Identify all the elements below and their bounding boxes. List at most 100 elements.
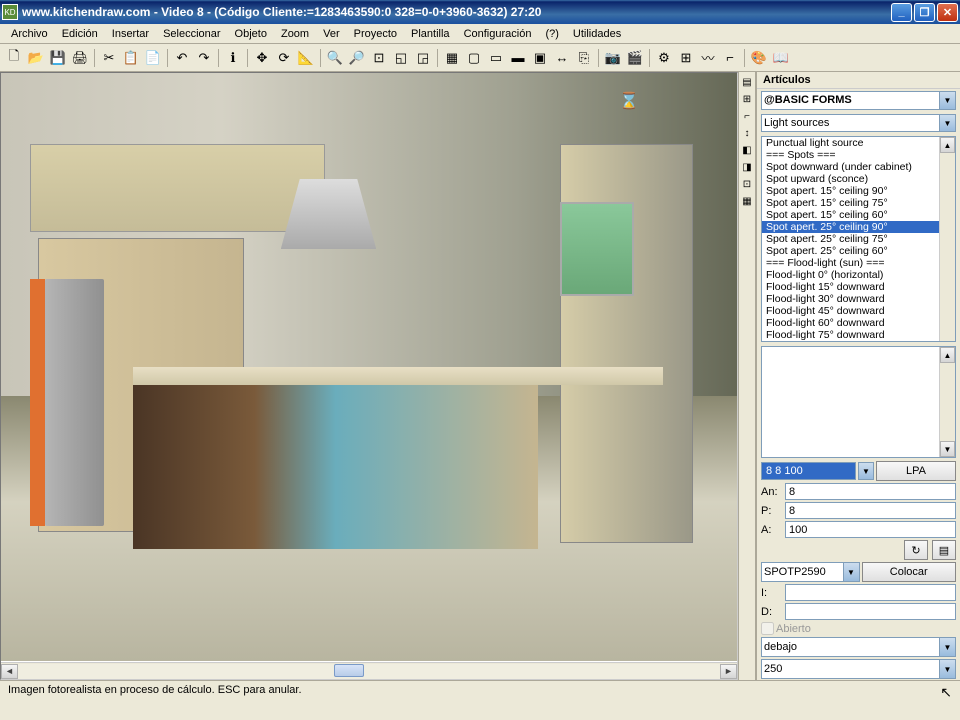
scroll-down-icon[interactable]: ▼ <box>940 441 955 457</box>
list-item[interactable]: Spot apert. 15° ceiling 60° <box>762 209 955 221</box>
list-item[interactable]: Flood-light 0° (horizontal) <box>762 269 955 281</box>
zoom-in-icon[interactable]: 🔍 <box>325 48 345 68</box>
menu-seleccionar[interactable]: Seleccionar <box>156 27 227 41</box>
menu-utilidades[interactable]: Utilidades <box>566 27 628 41</box>
menu-plantilla[interactable]: Plantilla <box>404 27 457 41</box>
tool-a-icon[interactable]: ⚙ <box>654 48 674 68</box>
preview-scrollbar[interactable]: ▲ ▼ <box>939 347 955 457</box>
palette-icon[interactable]: 🎨 <box>749 48 769 68</box>
place-button[interactable]: Colocar <box>862 562 957 582</box>
menu-ver[interactable]: Ver <box>316 27 347 41</box>
measure-icon[interactable]: 📐 <box>296 48 316 68</box>
chevron-down-icon[interactable]: ▼ <box>939 660 955 678</box>
print-icon[interactable]: 🖨 <box>70 48 90 68</box>
refresh-button[interactable]: ↻ <box>904 540 928 560</box>
list-item[interactable]: Flood-light 15° downward <box>762 281 955 293</box>
rect-icon[interactable]: ▭ <box>486 48 506 68</box>
book-icon[interactable]: 📖 <box>771 48 791 68</box>
chevron-down-icon[interactable]: ▼ <box>843 563 859 581</box>
menu-[interactable]: (?) <box>538 27 565 41</box>
list-item[interactable]: === Spots === <box>762 149 955 161</box>
side-t2[interactable]: ⊞ <box>739 91 755 107</box>
height-input[interactable] <box>785 521 956 538</box>
list-item[interactable]: Spot apert. 25° ceiling 60° <box>762 245 955 257</box>
list-item[interactable]: Spot apert. 15° ceiling 75° <box>762 197 955 209</box>
wall-icon[interactable]: ⌐ <box>720 48 740 68</box>
ref-combo[interactable]: SPOTP2590 ▼ <box>761 562 860 582</box>
list-item[interactable]: Spot apert. 25° ceiling 75° <box>762 233 955 245</box>
chevron-down-icon[interactable]: ▼ <box>939 638 955 656</box>
move-icon[interactable]: ✥ <box>252 48 272 68</box>
scroll-thumb[interactable] <box>334 664 364 677</box>
side-t1[interactable]: ▤ <box>739 74 755 90</box>
dim-icon[interactable]: ↔ <box>552 48 572 68</box>
render-icon[interactable]: 🎬 <box>625 48 645 68</box>
layer-icon[interactable]: ▦ <box>442 48 462 68</box>
category-combo[interactable]: Light sources ▼ <box>761 114 956 133</box>
list-item[interactable]: Flood-light 30° downward <box>762 293 955 305</box>
side-t5[interactable]: ◧ <box>739 142 755 158</box>
position-combo[interactable]: debajo ▼ <box>761 637 956 657</box>
scroll-up-icon[interactable]: ▲ <box>940 137 955 153</box>
zoom-win-icon[interactable]: ◱ <box>391 48 411 68</box>
open-icon[interactable]: 📂 <box>26 48 46 68</box>
list-item[interactable]: Spot upward (sconce) <box>762 173 955 185</box>
scroll-up-icon[interactable]: ▲ <box>940 347 955 363</box>
list-item[interactable]: Spot downward (under cabinet) <box>762 161 955 173</box>
grid-icon[interactable]: ▢ <box>464 48 484 68</box>
maximize-button[interactable]: ❐ <box>914 3 935 22</box>
list-item[interactable]: Flood-light 75° downward <box>762 329 955 341</box>
list-item[interactable]: === Flood-light (sun) === <box>762 257 955 269</box>
menu-objeto[interactable]: Objeto <box>228 27 274 41</box>
menu-edicin[interactable]: Edición <box>55 27 105 41</box>
rotate-icon[interactable]: ⟳ <box>274 48 294 68</box>
new-icon[interactable]: 🗋 <box>4 48 24 68</box>
menu-proyecto[interactable]: Proyecto <box>347 27 404 41</box>
zoom-out-icon[interactable]: 🔎 <box>347 48 367 68</box>
scroll-left-icon[interactable]: ◄ <box>1 664 18 679</box>
copy-icon[interactable]: 📋 <box>121 48 141 68</box>
dims-summary[interactable]: 8 8 100 <box>761 462 856 480</box>
tool-b-icon[interactable]: ⊞ <box>676 48 696 68</box>
zoom-sel-icon[interactable]: ◲ <box>413 48 433 68</box>
list-item[interactable]: Punctual light source <box>762 137 955 149</box>
scroll-right-icon[interactable]: ► <box>720 664 737 679</box>
redo-icon[interactable]: ↷ <box>194 48 214 68</box>
side-t4[interactable]: ↕ <box>739 125 755 141</box>
d-input[interactable] <box>785 603 956 620</box>
info-icon[interactable]: ℹ <box>223 48 243 68</box>
chevron-down-icon[interactable]: ▼ <box>939 92 955 109</box>
menu-insertar[interactable]: Insertar <box>105 27 156 41</box>
paste-icon[interactable]: 📄 <box>143 48 163 68</box>
link-icon[interactable]: ⎘ <box>574 48 594 68</box>
side-t6[interactable]: ◨ <box>739 159 755 175</box>
undo-icon[interactable]: ↶ <box>172 48 192 68</box>
chevron-down-icon[interactable]: ▼ <box>939 115 955 132</box>
close-button[interactable]: ✕ <box>937 3 958 22</box>
list-button[interactable]: ▤ <box>932 540 956 560</box>
minimize-button[interactable]: _ <box>891 3 912 22</box>
list-item[interactable]: Flood-light 45° downward <box>762 305 955 317</box>
i-input[interactable] <box>785 584 956 601</box>
side-t3[interactable]: ⌐ <box>739 108 755 124</box>
list-scrollbar[interactable]: ▲ <box>939 137 955 341</box>
lpa-button[interactable]: LPA <box>876 461 956 481</box>
menu-zoom[interactable]: Zoom <box>274 27 316 41</box>
width-input[interactable] <box>785 483 956 500</box>
list-item[interactable]: Spot apert. 15° ceiling 90° <box>762 185 955 197</box>
catalog-combo[interactable]: @BASIC FORMS ▼ <box>761 91 956 110</box>
cut-icon[interactable]: ✂ <box>99 48 119 68</box>
h-scrollbar[interactable]: ◄ ► <box>1 662 737 679</box>
camera-icon[interactable]: 📷 <box>603 48 623 68</box>
menu-archivo[interactable]: Archivo <box>4 27 55 41</box>
depth-input[interactable] <box>785 502 956 519</box>
save-icon[interactable]: 💾 <box>48 48 68 68</box>
zoom-fit-icon[interactable]: ⊡ <box>369 48 389 68</box>
menu-configuracin[interactable]: Configuración <box>457 27 539 41</box>
fill-icon[interactable]: ▬ <box>508 48 528 68</box>
list-item[interactable]: Flood-light 60° downward <box>762 317 955 329</box>
list-item[interactable]: Spot apert. 25° ceiling 90° <box>762 221 955 233</box>
num-combo[interactable]: 250 ▼ <box>761 659 956 679</box>
viewport[interactable]: ⌛ ◄ ► <box>0 72 738 680</box>
curve-icon[interactable]: 〰 <box>698 48 718 68</box>
